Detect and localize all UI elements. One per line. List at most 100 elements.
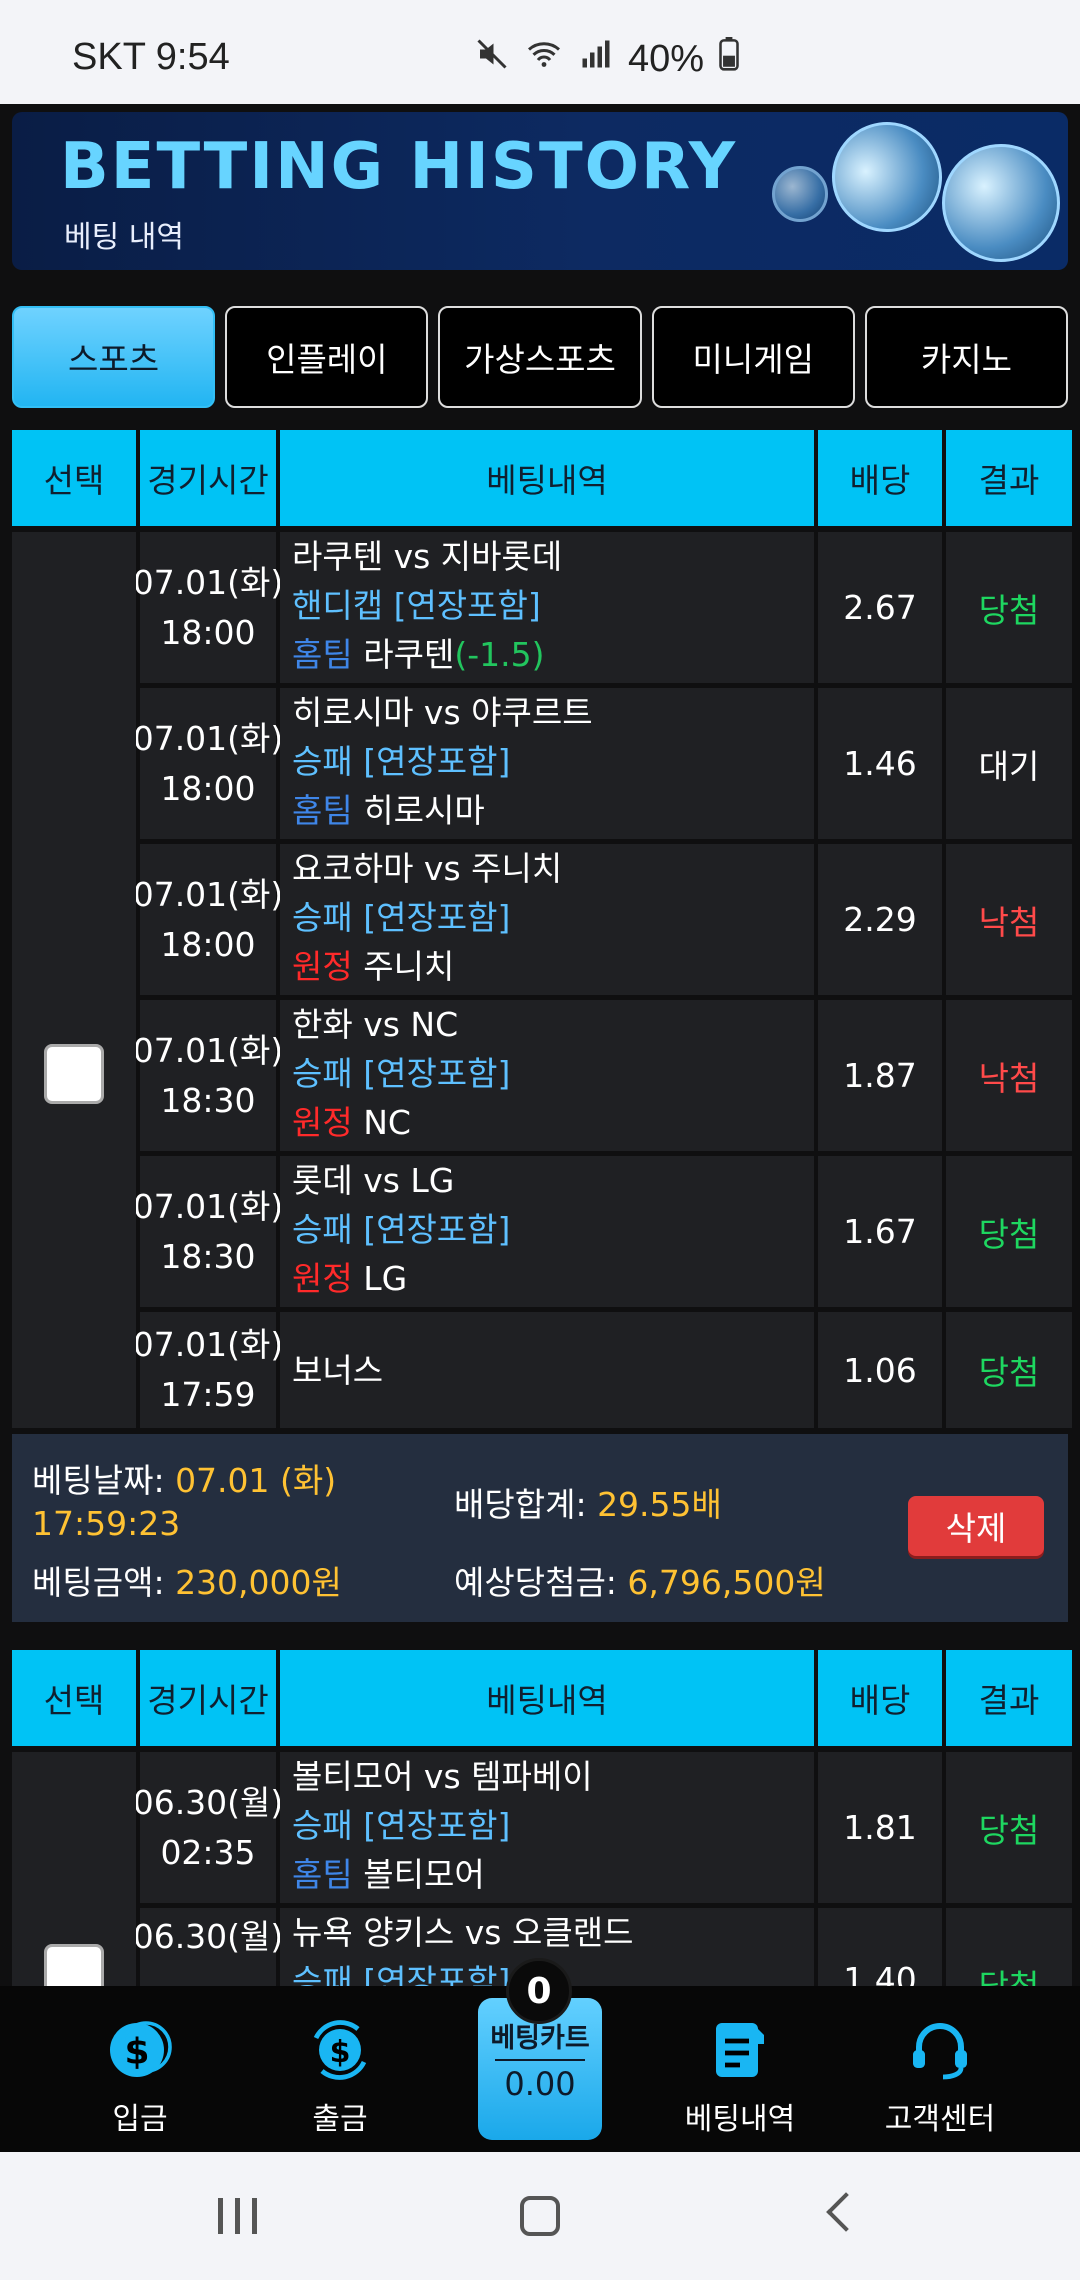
match-name: 요코하마 vs 주니치 [292,849,563,888]
wifi-icon [524,36,564,82]
result-status: 낙첨 [946,1000,1072,1151]
pick: 홈팀 라쿠텐(-1.5) [292,635,545,674]
document-icon [704,2014,776,2086]
mute-icon [474,36,510,82]
tab-sports[interactable]: 스포츠 [12,306,216,408]
pick: 원정 NC [292,1103,411,1142]
pick: 원정 주니치 [292,947,455,986]
result-status: 대기 [946,688,1072,839]
table-header: 선택 경기시간 베팅내역 배당 결과 [12,1650,1072,1746]
nav-support[interactable]: 고객센터 [840,2014,1040,2138]
battery-percent: 40% [627,37,704,80]
select-checkbox[interactable] [44,1044,104,1104]
bet-detail: 한화 vs NC 승패 [연장포함] 원정 NC [280,1000,814,1151]
svg-text:$: $ [124,2032,149,2073]
odds-value: 2.67 [818,532,942,683]
table-header: 선택 경기시간 베팅내역 배당 결과 [12,430,1072,526]
header-details: 베팅내역 [280,1650,814,1746]
recent-apps-icon[interactable] [218,2198,257,2234]
odds-value: 1.87 [818,1000,942,1151]
table-row: 07.01(화) 18:00 히로시마 vs 야쿠르트 승패 [연장포함] 홈팀 … [133,688,1072,839]
result-status: 당첨 [946,1156,1072,1307]
header-select: 선택 [12,430,136,526]
bet-time: 17:59:23 [32,1504,181,1543]
result-status: 낙첨 [946,844,1072,995]
odds-total: 배당합계: 29.55배 [454,1485,722,1524]
header-time: 경기시간 [140,1650,276,1746]
bet-rows: 07.01(화) 18:00 라쿠텐 vs 지바롯데 핸디캡 [연장포함] 홈팀 … [133,532,1072,1428]
match-name: 뉴욕 양키스 vs 오클랜드 [292,1913,634,1952]
market-name: 승패 [연장포함] [292,898,511,937]
table-row: 07.01(화) 18:30 롯데 vs LG 승패 [연장포함] 원정 LG 1… [133,1156,1072,1307]
table-row: 07.01(화) 18:00 라쿠텐 vs 지바롯데 핸디캡 [연장포함] 홈팀 … [133,532,1072,683]
cart-value: 0.00 [504,2065,576,2103]
odds-value: 1.46 [818,688,942,839]
header-odds: 배당 [818,1650,942,1746]
match-name: 롯데 vs LG [292,1161,455,1200]
match-name: 볼티모어 vs 템파베이 [292,1757,593,1796]
result-status: 당첨 [946,1312,1072,1428]
tab-virtual-sports[interactable]: 가상스포츠 [438,306,642,408]
match-time: 07.01(화) 18:30 [133,1156,283,1307]
status-icons: 40% [474,36,740,82]
tab-casino[interactable]: 카지노 [864,306,1069,408]
carrier-time: SKT 9:54 [72,36,230,78]
match-time: 07.01(화) 18:00 [133,532,283,683]
result-status: 당첨 [946,532,1072,683]
pick: 홈팀 볼티모어 [292,1855,485,1894]
nav-history[interactable]: 베팅내역 [640,2014,840,2138]
nav-withdraw[interactable]: $ 출금 [240,2014,440,2138]
match-time: 07.01(화) 18:30 [133,1000,283,1151]
match-name: 히로시마 vs 야쿠르트 [292,693,593,732]
bet-detail: 볼티모어 vs 템파베이 승패 [연장포함] 홈팀 볼티모어 [280,1752,814,1903]
home-icon[interactable] [520,2196,560,2236]
back-icon[interactable] [826,2192,866,2232]
result-status: 당첨 [946,1752,1072,1903]
header-select: 선택 [12,1650,136,1746]
bet-detail: 롯데 vs LG 승패 [연장포함] 원정 LG [280,1156,814,1307]
bet-amount: 베팅금액: 230,000원 [32,1563,342,1602]
expected-winnings: 예상당첨금: 6,796,500원 [454,1563,826,1602]
pick: 원정 LG [292,1259,408,1298]
status-bar: SKT 9:54 40% [0,0,1080,104]
header-odds: 배당 [818,430,942,526]
odds-value: 1.67 [818,1156,942,1307]
coin-icon [811,112,963,253]
market-name: 승패 [연장포함] [292,1210,511,1249]
header-details: 베팅내역 [280,430,814,526]
coin-icon [942,144,1060,262]
banner-title: BETTING HISTORY [60,130,738,204]
table-body: 07.01(화) 18:00 라쿠텐 vs 지바롯데 핸디캡 [연장포함] 홈팀 … [12,532,1072,1428]
market-name: 승패 [연장포함] [292,1806,511,1845]
bet-summary: 베팅날짜: 07.01 (화) 17:59:23 베팅금액: 230,000원 … [12,1434,1068,1622]
bet-detail: 요코하마 vs 주니치 승패 [연장포함] 원정 주니치 [280,844,814,995]
table-row: 07.01(화) 17:59 보너스 1.06 당첨 [133,1312,1072,1428]
tab-inplay[interactable]: 인플레이 [225,306,429,408]
match-name: 보너스 [292,1350,384,1390]
nav-deposit[interactable]: $ 입금 [40,2014,240,2138]
match-time: 07.01(화) 18:00 [133,844,283,995]
headset-icon [904,2014,976,2086]
coin-icon [772,166,828,222]
bet-detail: 라쿠텐 vs 지바롯데 핸디캡 [연장포함] 홈팀 라쿠텐(-1.5) [280,532,814,683]
battery-icon [718,37,740,81]
header-result: 결과 [946,1650,1072,1746]
svg-text:$: $ [330,2035,351,2070]
select-cell [12,532,136,1428]
market-name: 핸디캡 [연장포함] [292,586,541,625]
betting-history-banner: BETTING HISTORY 베팅 내역 [12,112,1068,270]
tab-minigame[interactable]: 미니게임 [651,306,855,408]
system-nav-bar [0,2152,1080,2280]
bet-date: 베팅날짜: 07.01 (화) [32,1461,337,1500]
match-name: 라쿠텐 vs 지바롯데 [292,537,563,576]
category-tabs: 스포츠 인플레이 가상스포츠 미니게임 카지노 [12,306,1069,408]
banner-subtitle: 베팅 내역 [64,220,184,255]
market-name: 승패 [연장포함] [292,1054,511,1093]
match-name: 한화 vs NC [292,1005,459,1044]
odds-value: 1.81 [818,1752,942,1903]
signal-icon [578,36,614,82]
header-time: 경기시간 [140,430,276,526]
delete-button[interactable]: 삭제 [908,1496,1044,1556]
bet-slip-1: 선택 경기시간 베팅내역 배당 결과 07.01(화) 18:00 라쿠텐 vs … [12,430,1072,1622]
cart-count-badge: 0 [506,1958,572,2024]
